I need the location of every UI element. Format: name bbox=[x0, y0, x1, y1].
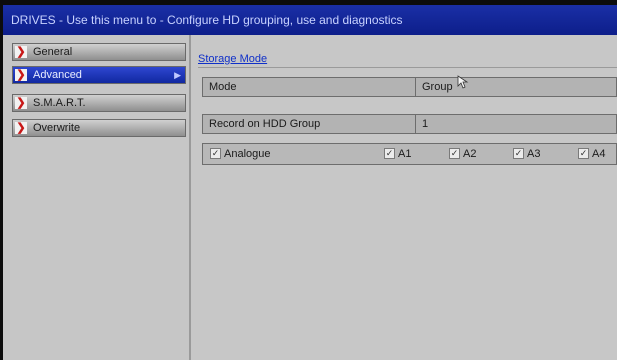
record-group-row[interactable]: Record on HDD Group 1 bbox=[202, 114, 617, 134]
channel-a4-label: A4 bbox=[592, 148, 606, 160]
channel-a1-label: A1 bbox=[398, 148, 412, 160]
checkmark-icon: ✓ bbox=[514, 148, 523, 158]
checkmark-icon: ✓ bbox=[211, 148, 220, 158]
chevron-right-icon: ❯ bbox=[15, 122, 27, 134]
channel-a2-label: A2 bbox=[463, 148, 477, 160]
storage-panel: Storage Mode Mode Group Record on HDD Gr… bbox=[191, 35, 617, 360]
cell-divider bbox=[415, 115, 416, 133]
mode-value[interactable]: Group bbox=[422, 78, 453, 96]
chevron-right-icon: ❯ bbox=[15, 97, 27, 109]
chevron-right-icon: ❯ bbox=[15, 46, 27, 58]
sidebar-item-label: General bbox=[33, 46, 73, 58]
record-group-label: Record on HDD Group bbox=[209, 118, 321, 130]
channel-a1-checkbox[interactable]: ✓ bbox=[384, 148, 395, 159]
camera-selection-row: ✓ Analogue ✓ A1 ✓ A2 ✓ A3 ✓ A4 bbox=[202, 143, 617, 165]
empty-content-area bbox=[191, 175, 617, 360]
checkmark-icon: ✓ bbox=[579, 148, 588, 158]
mouse-pointer-icon bbox=[457, 75, 469, 89]
sidebar-item-smart[interactable]: ❯ S.M.A.R.T. bbox=[12, 94, 186, 112]
sidebar-item-label: Overwrite bbox=[33, 122, 81, 134]
analogue-label: Analogue bbox=[224, 148, 271, 160]
sidebar-item-overwrite[interactable]: ❯ Overwrite bbox=[12, 119, 186, 137]
window-title: DRIVES - Use this menu to - Configure HD… bbox=[3, 5, 617, 35]
section-title[interactable]: Storage Mode bbox=[198, 53, 267, 65]
channel-a3-label: A3 bbox=[527, 148, 541, 160]
section-divider bbox=[198, 67, 617, 68]
record-group-value[interactable]: 1 bbox=[422, 115, 428, 133]
cell-divider bbox=[415, 78, 416, 96]
checkmark-icon: ✓ bbox=[450, 148, 459, 158]
sidebar-item-advanced[interactable]: ❯ Advanced ▶ bbox=[12, 66, 186, 84]
mode-label: Mode bbox=[209, 81, 237, 93]
channel-a4-checkbox[interactable]: ✓ bbox=[578, 148, 589, 159]
chevron-right-icon: ❯ bbox=[15, 69, 27, 81]
sidebar-item-label: S.M.A.R.T. bbox=[33, 97, 86, 109]
sidebar-item-general[interactable]: ❯ General bbox=[12, 43, 186, 61]
main-frame: ❯ General ❯ Advanced ▶ ❯ S.M.A.R.T. ❯ Ov… bbox=[3, 35, 617, 360]
channel-a3-checkbox[interactable]: ✓ bbox=[513, 148, 524, 159]
submenu-indicator-icon: ▶ bbox=[174, 70, 181, 80]
analogue-checkbox[interactable]: ✓ bbox=[210, 148, 221, 159]
channel-a2-checkbox[interactable]: ✓ bbox=[449, 148, 460, 159]
sidebar: ❯ General ❯ Advanced ▶ ❯ S.M.A.R.T. ❯ Ov… bbox=[3, 35, 191, 360]
drives-window: DRIVES - Use this menu to - Configure HD… bbox=[0, 0, 617, 360]
checkmark-icon: ✓ bbox=[385, 148, 394, 158]
mode-row[interactable]: Mode Group bbox=[202, 77, 617, 97]
sidebar-item-label: Advanced bbox=[33, 69, 82, 81]
